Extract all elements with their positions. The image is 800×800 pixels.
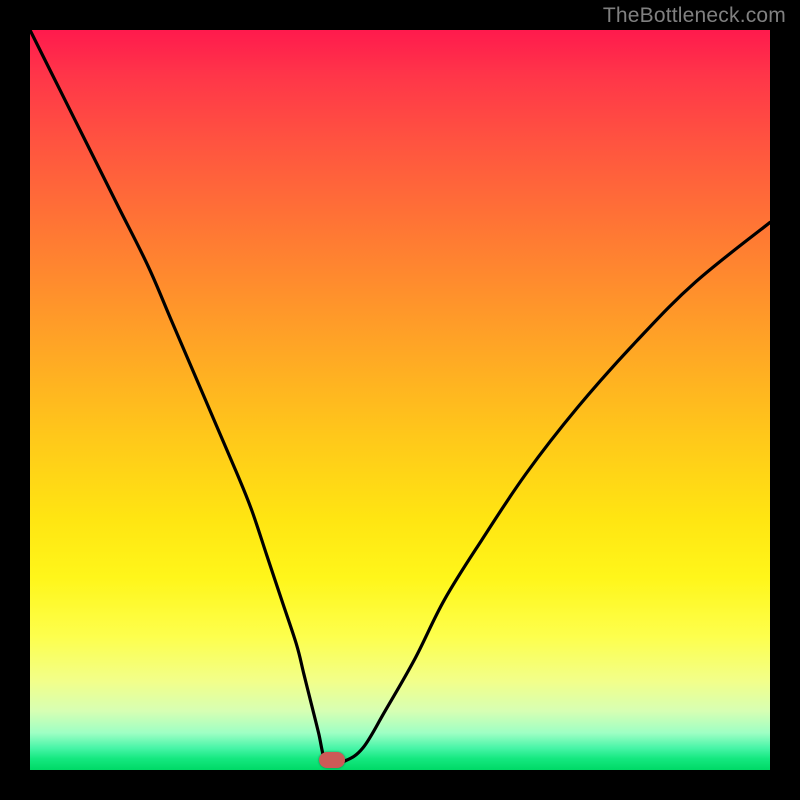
gradient-background [30,30,770,770]
plot-area [30,30,770,770]
optimal-marker [319,752,345,768]
chart-frame: TheBottleneck.com [0,0,800,800]
watermark-label: TheBottleneck.com [603,4,786,28]
